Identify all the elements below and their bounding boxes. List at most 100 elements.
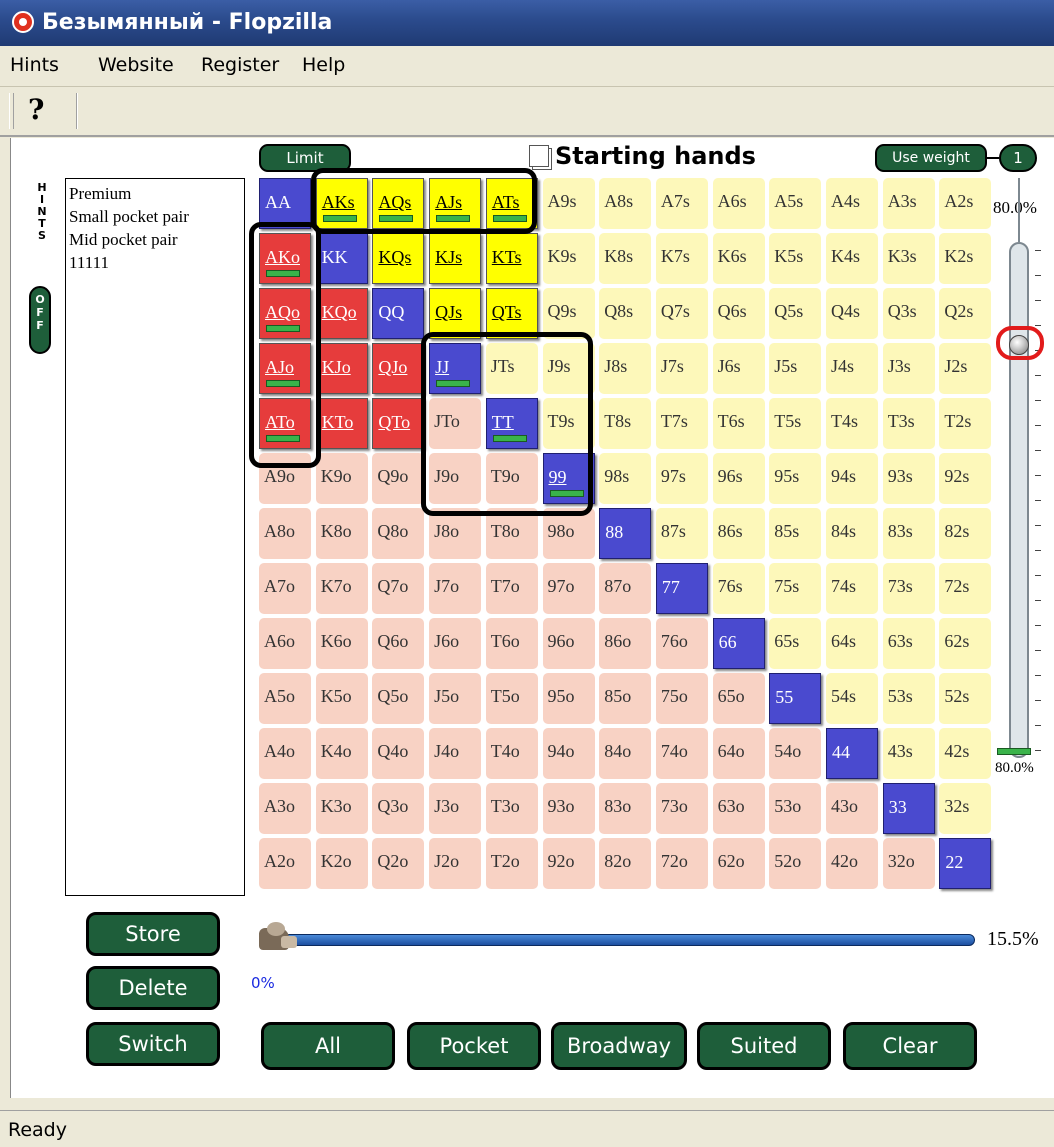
hand-cell[interactable]: J4o: [429, 728, 482, 779]
hand-cell[interactable]: 54s: [826, 673, 878, 724]
hand-cell[interactable]: K4o: [315, 728, 368, 779]
hand-cell[interactable]: KTo: [315, 398, 368, 449]
hand-cell[interactable]: 22: [939, 838, 992, 889]
hand-cell[interactable]: T5s: [769, 398, 822, 449]
delete-button[interactable]: Delete: [86, 966, 220, 1010]
hand-cell[interactable]: J4s: [826, 343, 878, 394]
flopzilla-app-icon[interactable]: [12, 11, 34, 33]
hand-cell[interactable]: AKs: [315, 178, 368, 229]
hand-cell[interactable]: 54o: [769, 728, 822, 779]
hand-cell[interactable]: A4s: [826, 178, 878, 229]
hand-cell[interactable]: AJs: [429, 178, 482, 229]
suited-button[interactable]: Suited: [697, 1022, 831, 1070]
hand-cell[interactable]: 43s: [882, 728, 935, 779]
hand-cell[interactable]: QTs: [485, 288, 538, 339]
hand-cell[interactable]: 62o: [712, 838, 765, 889]
hand-cell[interactable]: 83o: [599, 783, 652, 834]
hand-cell[interactable]: Q6s: [712, 288, 765, 339]
hand-cell[interactable]: TT: [485, 398, 538, 449]
hand-cell[interactable]: T4s: [826, 398, 878, 449]
list-item[interactable]: Premium: [69, 182, 241, 205]
hand-cell[interactable]: K9s: [542, 233, 595, 284]
hand-cell[interactable]: A6o: [259, 618, 311, 669]
hand-cell[interactable]: JJ: [429, 343, 482, 394]
hand-cell[interactable]: K4s: [826, 233, 878, 284]
hand-cell[interactable]: 32s: [939, 783, 992, 834]
weight-slider-track[interactable]: [1009, 242, 1029, 758]
broadway-button[interactable]: Broadway: [551, 1022, 687, 1070]
hand-cell[interactable]: AQs: [372, 178, 425, 229]
hand-cell[interactable]: 44: [826, 728, 878, 779]
hand-cell[interactable]: 72o: [655, 838, 708, 889]
hand-cell[interactable]: 64s: [826, 618, 878, 669]
hand-cell[interactable]: A2s: [939, 178, 992, 229]
switch-button[interactable]: Switch: [86, 1022, 220, 1066]
hand-cell[interactable]: KQo: [315, 288, 368, 339]
hand-cell[interactable]: A3s: [882, 178, 935, 229]
hand-cell[interactable]: 84o: [599, 728, 652, 779]
use-weight-button[interactable]: Use weight: [875, 144, 987, 172]
hand-cell[interactable]: 96o: [542, 618, 595, 669]
hand-cell[interactable]: T2o: [485, 838, 538, 889]
hand-cell[interactable]: AA: [259, 178, 311, 229]
hand-cell[interactable]: J5o: [429, 673, 482, 724]
menu-register[interactable]: Register: [201, 54, 279, 76]
hand-cell[interactable]: J8o: [429, 508, 482, 559]
hand-cell[interactable]: J3s: [882, 343, 935, 394]
hand-cell[interactable]: J3o: [429, 783, 482, 834]
hand-cell[interactable]: K5s: [769, 233, 822, 284]
hand-cell[interactable]: Q3o: [372, 783, 425, 834]
hand-cell[interactable]: 94s: [826, 453, 878, 504]
hand-cell[interactable]: 53o: [769, 783, 822, 834]
hand-cell[interactable]: 65s: [769, 618, 822, 669]
hand-cell[interactable]: T3s: [882, 398, 935, 449]
hand-cell[interactable]: 92s: [939, 453, 992, 504]
hand-cell[interactable]: Q5s: [769, 288, 822, 339]
hand-cell[interactable]: Q8s: [599, 288, 652, 339]
hand-cell[interactable]: 76o: [655, 618, 708, 669]
hand-cell[interactable]: QQ: [372, 288, 425, 339]
hand-cell[interactable]: 93s: [882, 453, 935, 504]
hand-cell[interactable]: K3s: [882, 233, 935, 284]
hand-cell[interactable]: T9s: [542, 398, 595, 449]
hand-cell[interactable]: T8o: [485, 508, 538, 559]
hand-cell[interactable]: 32o: [882, 838, 935, 889]
hand-cell[interactable]: 82o: [599, 838, 652, 889]
hand-cell[interactable]: 83s: [882, 508, 935, 559]
hand-cell[interactable]: K3o: [315, 783, 368, 834]
hand-cell[interactable]: Q7o: [372, 563, 425, 614]
hand-cell[interactable]: 52o: [769, 838, 822, 889]
hand-cell[interactable]: Q8o: [372, 508, 425, 559]
hand-cell[interactable]: 53s: [882, 673, 935, 724]
hand-cell[interactable]: 97o: [542, 563, 595, 614]
hand-cell[interactable]: A9o: [259, 453, 311, 504]
hand-cell[interactable]: 93o: [542, 783, 595, 834]
hand-cell[interactable]: J9s: [542, 343, 595, 394]
hand-cell[interactable]: T2s: [939, 398, 992, 449]
hand-cell[interactable]: QTo: [372, 398, 425, 449]
hand-cell[interactable]: A2o: [259, 838, 311, 889]
hand-cell[interactable]: 55: [769, 673, 822, 724]
hand-cell[interactable]: 87o: [599, 563, 652, 614]
hand-cell[interactable]: KJs: [429, 233, 482, 284]
hand-cell[interactable]: 86s: [712, 508, 765, 559]
hand-cell[interactable]: 95o: [542, 673, 595, 724]
copy-icon[interactable]: [529, 145, 549, 167]
hand-cell[interactable]: J5s: [769, 343, 822, 394]
hand-cell[interactable]: 73s: [882, 563, 935, 614]
hand-cell[interactable]: A7o: [259, 563, 311, 614]
hand-cell[interactable]: 64o: [712, 728, 765, 779]
hand-cell[interactable]: 42o: [826, 838, 878, 889]
hand-cell[interactable]: J6s: [712, 343, 765, 394]
hand-cell[interactable]: A9s: [542, 178, 595, 229]
hand-cell[interactable]: T9o: [485, 453, 538, 504]
hand-cell[interactable]: 96s: [712, 453, 765, 504]
menu-hints[interactable]: Hints: [10, 54, 59, 76]
hand-cell[interactable]: 99: [542, 453, 595, 504]
hand-cell[interactable]: A8s: [599, 178, 652, 229]
hand-cell[interactable]: AKo: [259, 233, 311, 284]
hand-cell[interactable]: K7o: [315, 563, 368, 614]
hand-cell[interactable]: JTs: [485, 343, 538, 394]
menu-website[interactable]: Website: [98, 54, 174, 76]
hand-cell[interactable]: J7s: [655, 343, 708, 394]
